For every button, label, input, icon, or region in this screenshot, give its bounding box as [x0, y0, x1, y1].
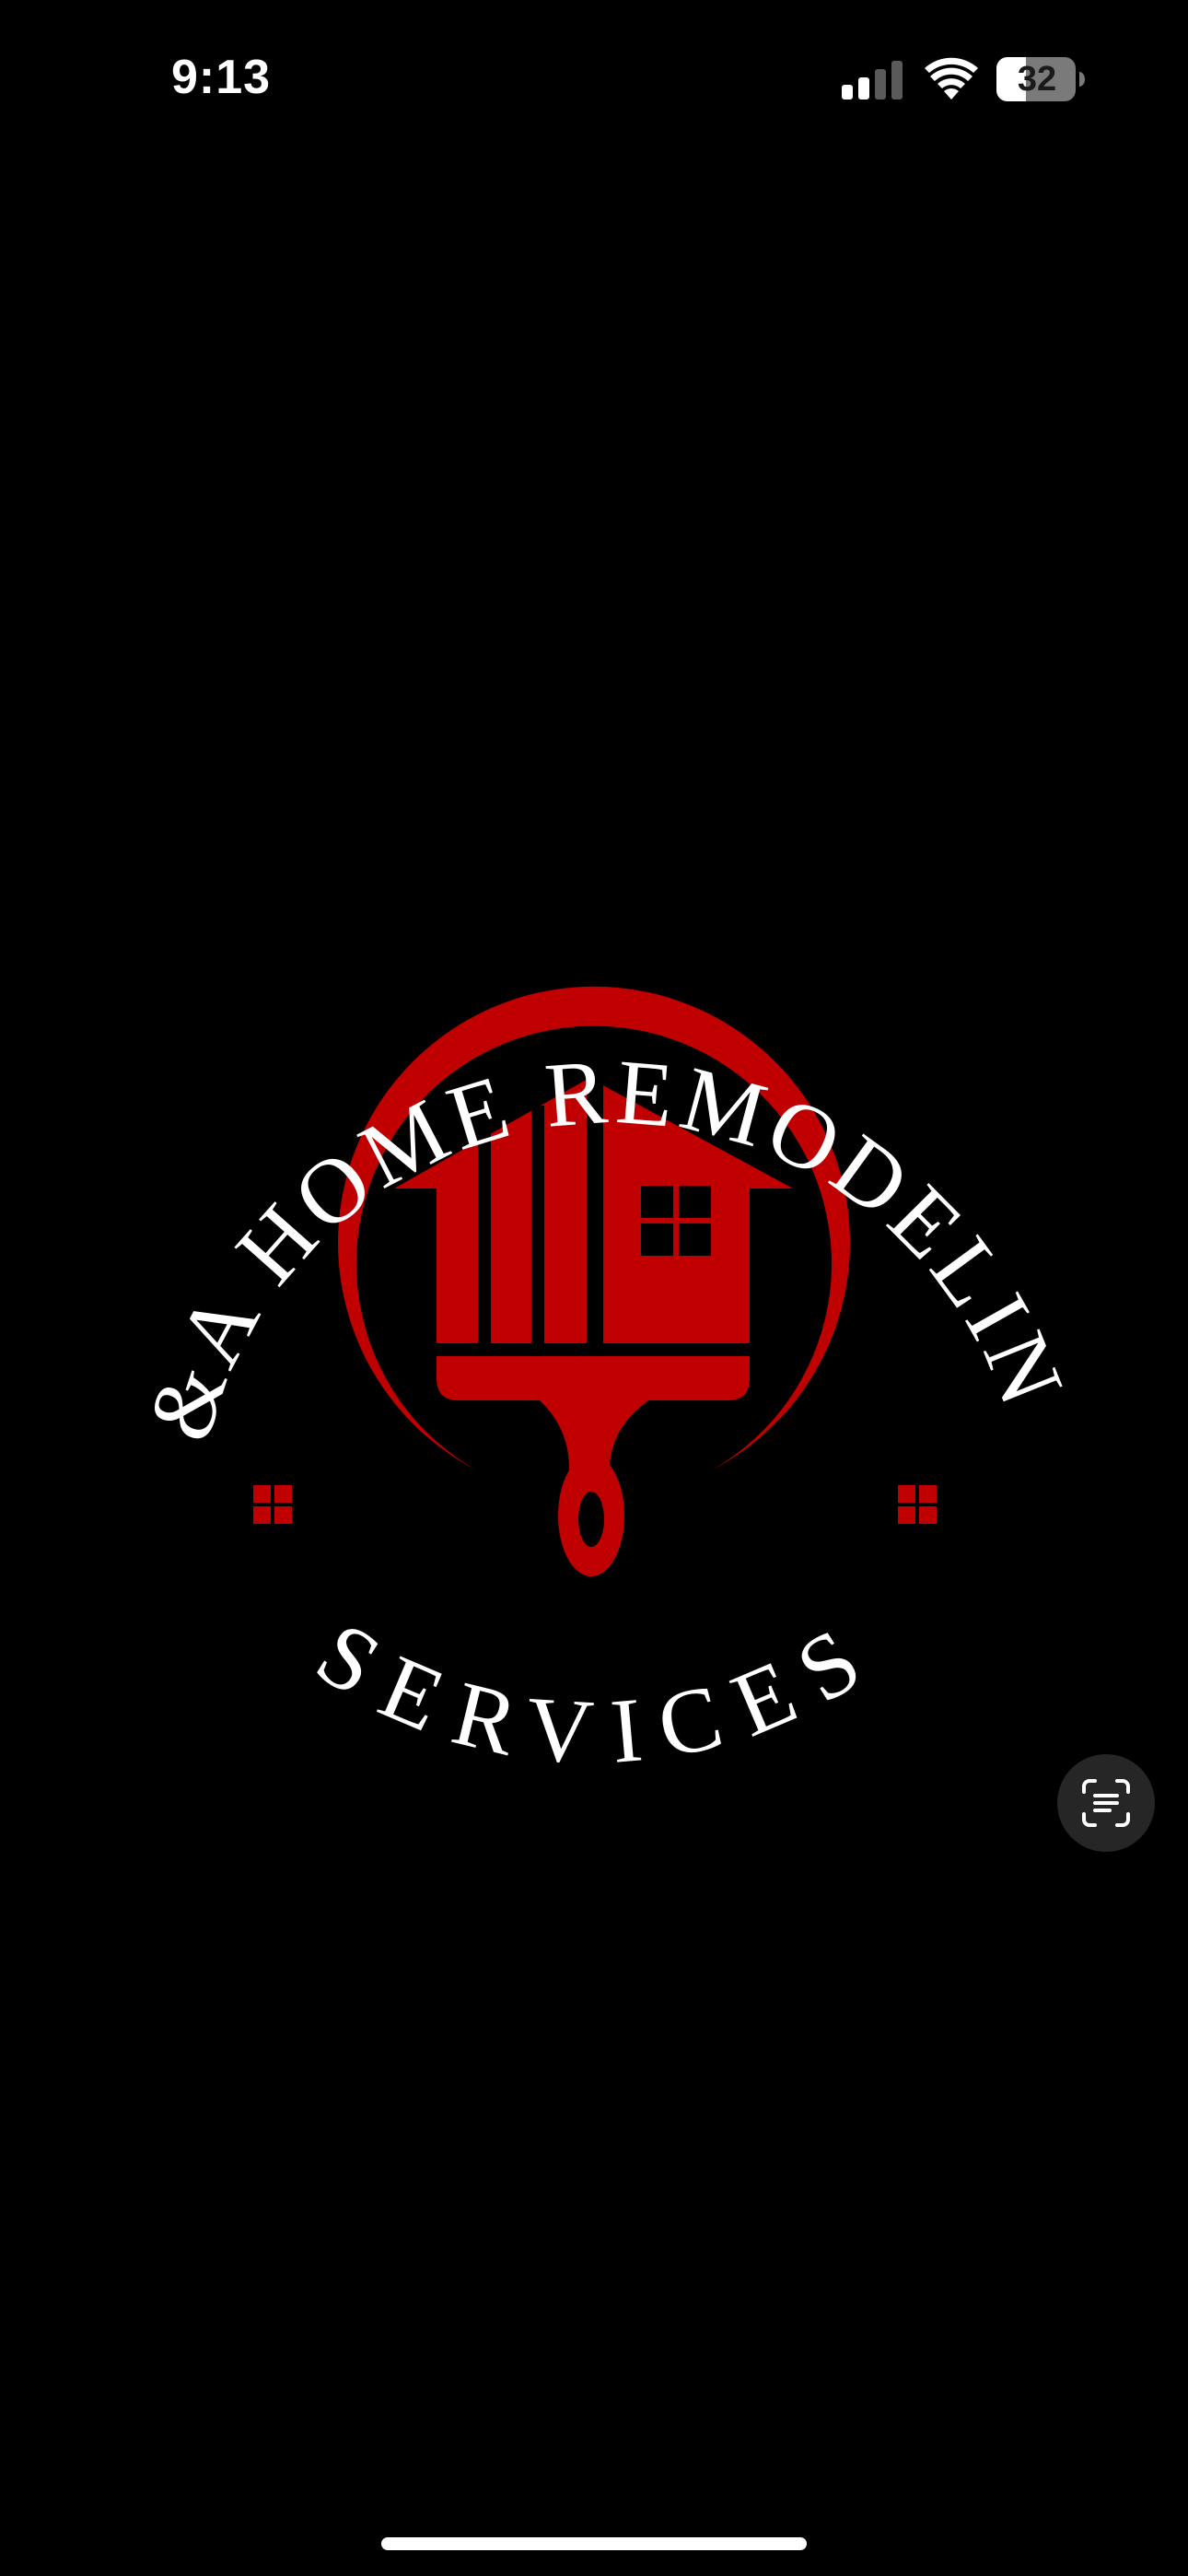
logo-subtitle-arc: SERVICES: [299, 1602, 888, 1785]
logo: J&A HOME REMODELING SERVICES: [0, 0, 1079, 1785]
left-window-ornament: [253, 1485, 292, 1524]
live-text-button[interactable]: [1057, 1754, 1155, 1852]
right-window-ornament: [898, 1485, 937, 1524]
live-text-scan-icon: [1082, 1779, 1130, 1827]
paintbrush-icon: [437, 1343, 750, 1576]
home-indicator[interactable]: [381, 2537, 807, 2550]
logo-subtitle-text: SERVICES: [299, 1602, 875, 1785]
